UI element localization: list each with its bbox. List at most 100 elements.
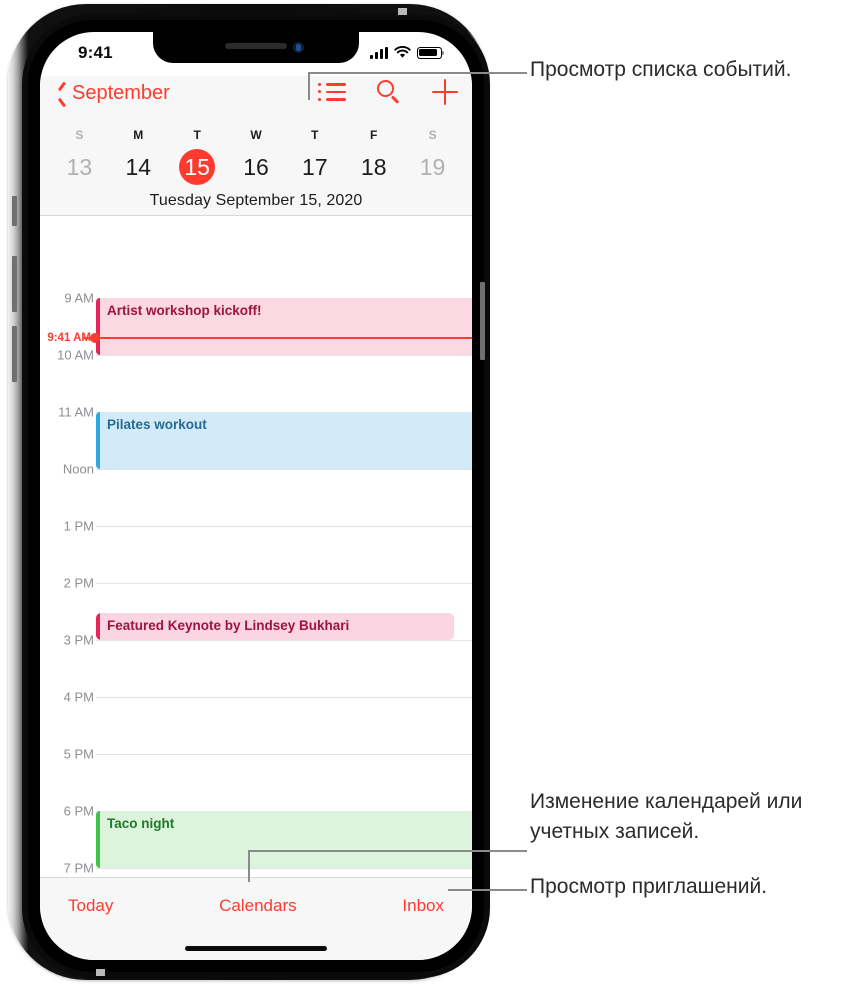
current-time-dot (90, 332, 100, 343)
date-button-18[interactable]: 18 (356, 149, 392, 185)
phone-screen: 9:41 September S M T W T F S 13 14 15 16… (40, 32, 472, 960)
event-color-bar (96, 612, 100, 640)
status-bar-indicators (370, 46, 445, 59)
navigation-bar: September (40, 76, 472, 122)
event-title: Taco night (107, 816, 175, 831)
search-button[interactable] (376, 79, 402, 105)
screenshot-root: 9:41 September S M T W T F S 13 14 15 16… (0, 0, 857, 984)
volume-down-button[interactable] (12, 326, 17, 382)
week-date-cell: 16 (227, 149, 286, 185)
status-bar-time: 9:41 (78, 43, 113, 62)
date-button-19[interactable]: 19 (415, 149, 451, 185)
day-of-week-3: W (250, 128, 262, 142)
mute-switch[interactable] (12, 196, 17, 226)
tab-bar: Today Calendars Inbox (40, 877, 472, 960)
hour-label: 6 PM (63, 803, 94, 819)
day-of-week-6: S (428, 128, 437, 142)
hour-label: 4 PM (63, 689, 94, 705)
calendar-event[interactable]: Taco night (96, 811, 472, 868)
day-of-week-2: T (193, 128, 201, 142)
hour-label: Noon (62, 461, 94, 477)
hour-label: 3 PM (63, 632, 94, 648)
volume-up-button[interactable] (12, 256, 17, 312)
day-of-week-row: SMTWTFS (40, 128, 472, 142)
hour-gridline (96, 355, 472, 356)
hour-gridline (96, 583, 472, 584)
date-button-17[interactable]: 17 (297, 149, 333, 185)
add-event-button[interactable] (432, 79, 458, 105)
day-of-week-4: T (311, 128, 319, 142)
antenna-band-top (398, 8, 407, 15)
calendar-event[interactable]: Artist workshop kickoff! (96, 298, 472, 355)
callout-inbox: Просмотр приглашений. (530, 875, 768, 898)
earpiece-speaker-icon (225, 43, 287, 49)
list-bullet-icon (318, 81, 346, 103)
day-of-week-0: S (75, 128, 84, 142)
event-title: Artist workshop kickoff! (107, 303, 262, 318)
week-date-cell: 18 (344, 149, 403, 185)
antenna-band-bottom (96, 969, 105, 976)
hour-gridline (96, 469, 472, 470)
day-timeline[interactable]: 9 AM 10 AM 11 AM Noon 1 PM 2 PM 3 PM 4 PM 5 PM 6 … (40, 250, 472, 878)
leader-line-calendars-horizontal (248, 850, 527, 852)
day-of-week-1: M (133, 128, 144, 142)
date-button-14[interactable]: 14 (120, 149, 156, 185)
hour-label: 11 AM (58, 404, 94, 420)
week-date-row: 13 14 15 16 17 18 19 (40, 149, 472, 185)
week-date-cell: 17 (285, 149, 344, 185)
home-indicator[interactable] (185, 946, 327, 951)
cellular-signal-icon (370, 46, 388, 59)
leader-line-list-vertical (308, 72, 310, 100)
tab-inbox[interactable]: Inbox (402, 896, 444, 916)
chevron-left-icon (56, 84, 67, 103)
hour-label: 10 AM (57, 347, 94, 363)
week-date-cell: 19 (403, 149, 462, 185)
calendar-event[interactable]: Pilates workout (96, 412, 472, 469)
current-time-label: 9:41 AM (47, 331, 91, 344)
magnifier-icon (376, 79, 402, 105)
hour-gridline (96, 697, 472, 698)
leader-line-inbox (448, 889, 527, 891)
hour-gridline (96, 640, 472, 641)
week-strip: S M T W T F S 13 14 15 16 17 18 19 Tuesday September… (40, 122, 472, 216)
event-color-bar (96, 811, 100, 868)
wifi-icon (394, 46, 411, 58)
event-color-bar (96, 298, 100, 355)
date-button-selected[interactable]: 15 (179, 149, 216, 185)
hour-gridline (96, 526, 472, 527)
event-title: Pilates workout (107, 417, 207, 432)
week-date-cell: 14 (109, 149, 168, 185)
nav-bar-actions (318, 79, 458, 105)
front-camera-icon (293, 42, 304, 53)
callout-calendars: Изменение календарей или учетных записей… (530, 790, 803, 843)
hour-label: 7 PM (63, 860, 94, 876)
list-view-button[interactable] (318, 81, 346, 103)
battery-icon (417, 46, 445, 59)
date-button-16[interactable]: 16 (238, 149, 274, 185)
hour-gridline (96, 754, 472, 755)
date-button-13[interactable]: 13 (61, 149, 97, 185)
back-button-label: September (72, 82, 170, 104)
week-date-cell: 13 (50, 149, 109, 185)
back-to-september-button[interactable]: September (56, 82, 170, 105)
event-color-bar (96, 412, 100, 469)
hour-label: 9 AM (64, 290, 94, 306)
day-of-week-5: F (370, 128, 378, 142)
tab-calendars[interactable]: Calendars (219, 896, 297, 916)
week-date-cell: 15 (168, 149, 227, 185)
power-button[interactable] (480, 282, 485, 360)
plus-icon (432, 79, 458, 105)
current-time-line (96, 336, 472, 339)
tab-today[interactable]: Today (68, 896, 113, 916)
leader-line-calendars-vertical (248, 850, 250, 882)
hour-label: 2 PM (63, 575, 94, 591)
event-title: Featured Keynote by Lindsey Bukhari (107, 617, 350, 633)
calendar-event[interactable]: Featured Keynote by Lindsey Bukhari (96, 612, 454, 640)
hour-label: 5 PM (63, 746, 94, 762)
selected-date-label: Tuesday September 15, 2020 (149, 192, 363, 209)
callout-list-view: Просмотр списка событий. (530, 58, 792, 81)
phone-frame: 9:41 September S M T W T F S 13 14 15 16… (8, 4, 490, 980)
hour-label: 1 PM (63, 518, 94, 534)
week-strip-separator (40, 215, 472, 216)
hour-gridline (96, 868, 472, 869)
